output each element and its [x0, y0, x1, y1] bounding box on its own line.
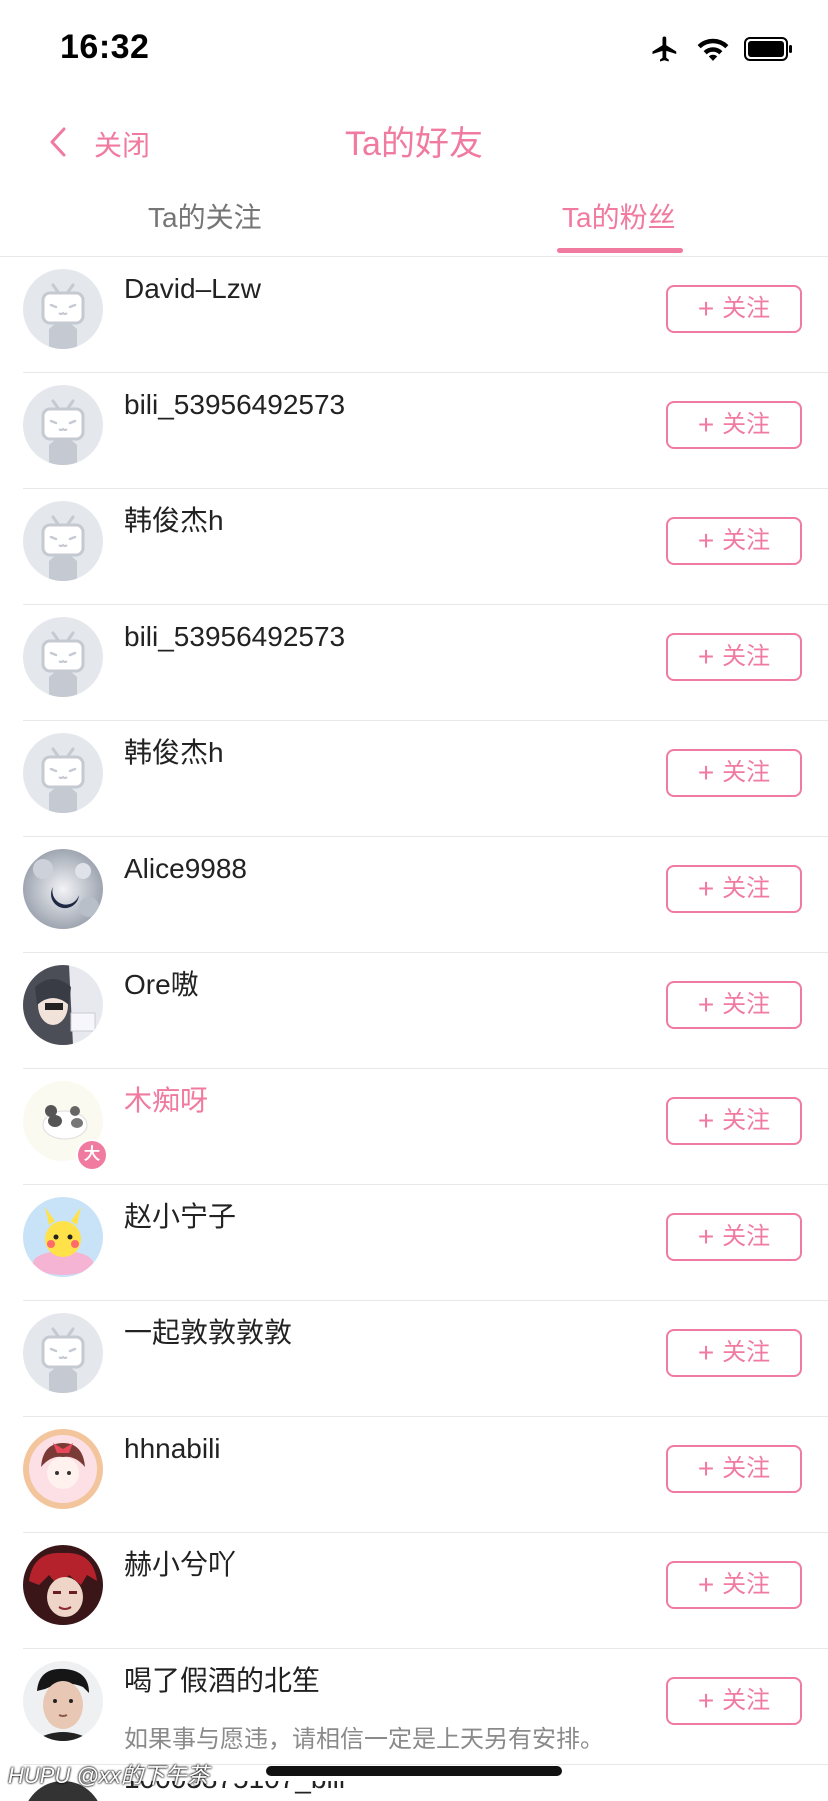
avatar[interactable]: [23, 385, 103, 465]
user-name[interactable]: David–Lzw: [124, 271, 261, 307]
follow-button-label: 关注: [722, 1339, 771, 1366]
user-name[interactable]: 喝了假酒的北笙: [124, 1663, 320, 1699]
follow-button-label: 关注: [722, 1687, 771, 1714]
plus-icon: +: [697, 757, 715, 788]
follow-button[interactable]: + 关注: [666, 1677, 802, 1725]
follow-button-label: 关注: [722, 1571, 771, 1598]
follow-button-label: 关注: [722, 411, 771, 438]
list-item[interactable]: 赵小宁子 + 关注: [0, 1185, 828, 1301]
user-name[interactable]: 赫小兮吖: [124, 1547, 236, 1583]
follow-button-label: 关注: [722, 991, 771, 1018]
list-item[interactable]: 大木痴呀 + 关注: [0, 1069, 828, 1185]
avatar[interactable]: [23, 1545, 103, 1625]
follow-button-label: 关注: [722, 1223, 771, 1250]
plus-icon: +: [697, 293, 715, 324]
user-name[interactable]: Alice9988: [124, 851, 247, 887]
list-item[interactable]: David–Lzw + 关注: [0, 257, 828, 373]
follow-button[interactable]: + 关注: [666, 1561, 802, 1609]
plus-icon: +: [697, 1569, 715, 1600]
user-name[interactable]: 赵小宁子: [124, 1199, 236, 1235]
status-bar: 16:32: [0, 0, 828, 100]
avatar[interactable]: [23, 965, 103, 1045]
avatar[interactable]: [23, 1429, 103, 1509]
user-name[interactable]: 木痴呀: [124, 1083, 208, 1119]
follow-button[interactable]: + 关注: [666, 865, 802, 913]
plus-icon: +: [697, 1685, 715, 1716]
plus-icon: +: [697, 1453, 715, 1484]
plus-icon: +: [697, 1221, 715, 1252]
status-time: 16:32: [60, 28, 150, 66]
follow-button[interactable]: + 关注: [666, 285, 802, 333]
list-item[interactable]: hhnabili + 关注: [0, 1417, 828, 1533]
plus-icon: +: [697, 989, 715, 1020]
follow-button-label: 关注: [722, 759, 771, 786]
avatar[interactable]: [23, 269, 103, 349]
user-name[interactable]: 一起敦敦敦敦: [124, 1315, 292, 1351]
follow-button[interactable]: + 关注: [666, 1445, 802, 1493]
user-name[interactable]: Ore嗷: [124, 967, 199, 1003]
follow-button[interactable]: + 关注: [666, 401, 802, 449]
watermark: HUPU @xx的下午茶: [8, 1763, 209, 1788]
follow-button[interactable]: + 关注: [666, 1329, 802, 1377]
tab-bar: Ta的关注 Ta的粉丝: [0, 184, 828, 257]
plus-icon: +: [697, 525, 715, 556]
follow-button-label: 关注: [722, 875, 771, 902]
follow-button[interactable]: + 关注: [666, 517, 802, 565]
user-name[interactable]: 韩俊杰h: [124, 503, 224, 539]
avatar[interactable]: [23, 617, 103, 697]
user-signature: 如果事与愿违，请相信一定是上天另有安排。: [124, 1726, 604, 1753]
airplane-icon: [648, 34, 682, 69]
vip-badge: 大: [76, 1139, 108, 1171]
avatar[interactable]: [23, 733, 103, 813]
user-name[interactable]: hhnabili: [124, 1431, 221, 1467]
follow-button[interactable]: + 关注: [666, 633, 802, 681]
follow-button[interactable]: + 关注: [666, 1213, 802, 1261]
tab-fans[interactable]: Ta的粉丝: [562, 198, 676, 238]
list-item[interactable]: Ore嗷 + 关注: [0, 953, 828, 1069]
list-item[interactable]: 韩俊杰h + 关注: [0, 489, 828, 605]
avatar[interactable]: [23, 1197, 103, 1277]
list-item[interactable]: bili_53956492573 + 关注: [0, 605, 828, 721]
list-item[interactable]: 喝了假酒的北笙如果事与愿违，请相信一定是上天另有安排。 + 关注: [0, 1649, 828, 1765]
navigation-bar: 关闭 Ta的好友: [0, 100, 828, 196]
battery-icon: [744, 36, 794, 67]
avatar[interactable]: [23, 1661, 103, 1741]
plus-icon: +: [697, 409, 715, 440]
list-item[interactable]: 一起敦敦敦敦 + 关注: [0, 1301, 828, 1417]
avatar[interactable]: [23, 501, 103, 581]
follow-button[interactable]: + 关注: [666, 1097, 802, 1145]
plus-icon: +: [697, 1337, 715, 1368]
list-item[interactable]: bili_53956492573 + 关注: [0, 373, 828, 489]
list-item[interactable]: 赫小兮吖 + 关注: [0, 1533, 828, 1649]
list-item[interactable]: Alice9988 + 关注: [0, 837, 828, 953]
follow-button-label: 关注: [722, 1455, 771, 1482]
user-name[interactable]: bili_53956492573: [124, 619, 345, 655]
fans-list: David–Lzw + 关注 bili_53956492573 + 关注 韩俊杰h + 关注 bi…: [0, 257, 828, 1765]
follow-button[interactable]: + 关注: [666, 981, 802, 1029]
follow-button-label: 关注: [722, 643, 771, 670]
tab-following[interactable]: Ta的关注: [148, 198, 262, 238]
avatar[interactable]: [23, 849, 103, 929]
user-name[interactable]: 韩俊杰h: [124, 735, 224, 771]
plus-icon: +: [697, 641, 715, 672]
follow-button[interactable]: + 关注: [666, 749, 802, 797]
status-icons: [648, 34, 794, 69]
home-indicator: [266, 1766, 562, 1776]
follow-button-label: 关注: [722, 295, 771, 322]
avatar[interactable]: [23, 1313, 103, 1393]
wifi-icon: [696, 35, 730, 68]
plus-icon: +: [697, 873, 715, 904]
follow-button-label: 关注: [722, 527, 771, 554]
user-name[interactable]: bili_53956492573: [124, 387, 345, 423]
follow-button-label: 关注: [722, 1107, 771, 1134]
plus-icon: +: [697, 1105, 715, 1136]
list-item[interactable]: 韩俊杰h + 关注: [0, 721, 828, 837]
tab-active-indicator: [557, 248, 683, 253]
page-title: Ta的好友: [345, 125, 483, 163]
